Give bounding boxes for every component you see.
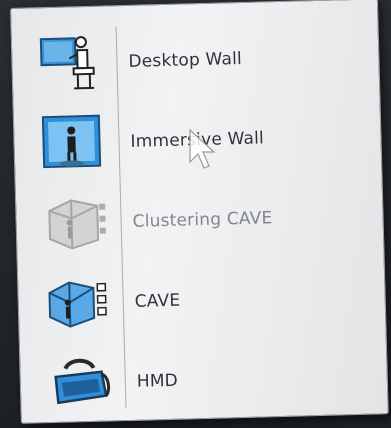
desktop-wall-icon xyxy=(36,32,108,96)
menu-item-label: CAVE xyxy=(134,290,181,312)
menu-item-label: Immersive Wall xyxy=(130,128,265,152)
menu-item-label: HMD xyxy=(136,370,179,392)
menu-item-immersive-wall[interactable]: Immersive Wall xyxy=(14,95,382,185)
hmd-icon xyxy=(44,351,116,415)
menu-item-desktop-wall[interactable]: Desktop Wall xyxy=(11,15,379,105)
cave-icon xyxy=(42,271,114,335)
immersive-wall-icon xyxy=(38,111,110,175)
clustering-cave-icon xyxy=(40,191,112,255)
menu-item-cave[interactable]: CAVE xyxy=(18,255,386,345)
display-mode-menu: Desktop Wall Immersive Wall Clustering C… xyxy=(10,0,389,424)
menu-item-label: Clustering CAVE xyxy=(132,208,273,232)
menu-item-hmd[interactable]: HMD xyxy=(20,335,388,424)
menu-item-label: Desktop Wall xyxy=(128,48,243,72)
menu-item-clustering-cave[interactable]: Clustering CAVE xyxy=(16,175,384,265)
